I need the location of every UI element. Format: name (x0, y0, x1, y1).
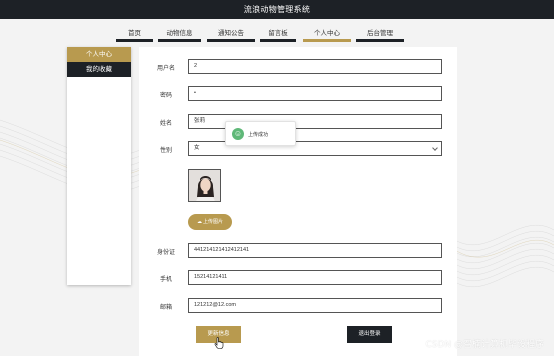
hand-cursor-icon (214, 337, 224, 349)
nav-tab-animals[interactable]: 动物信息 (158, 26, 201, 42)
password-field[interactable]: • (188, 86, 442, 101)
smile-icon: ☺ (232, 128, 244, 140)
nav-tab-label: 首页 (128, 30, 141, 37)
phone-label: 手机 (159, 277, 172, 283)
watermark-text: CSDN @召楠计算机毕设程序 (425, 340, 544, 350)
site-title: 流浪动物管理系统 (243, 5, 311, 14)
id-card-label: 身份证 (156, 250, 175, 256)
nav-tab-label: 通知公告 (218, 30, 244, 37)
gender-select-value: 女 (194, 145, 200, 151)
nav-tab-label: 留言板 (268, 30, 288, 37)
upload-success-toast: ☺ 上传成功 (225, 121, 296, 146)
nav-tab-underline (158, 39, 201, 42)
phone-field[interactable]: 15214121411 (188, 270, 442, 285)
sidebar-item-favorites[interactable]: 我的收藏 (67, 62, 131, 77)
nav-tab-label: 个人中心 (314, 30, 340, 37)
nav-tab-label: 后台管理 (367, 30, 393, 37)
cloud-upload-icon: ☁ (196, 219, 202, 225)
sidebar: 个人中心 我的收藏 (67, 47, 131, 285)
nav-tab-underline (303, 39, 351, 42)
username-field[interactable]: 2 (188, 59, 442, 74)
chevron-down-icon (432, 145, 438, 151)
nav-tab-notices[interactable]: 通知公告 (207, 26, 255, 42)
username-label: 用户名 (156, 66, 175, 72)
nav-tab-home[interactable]: 首页 (116, 26, 153, 42)
nav-tab-underline (356, 39, 404, 42)
sidebar-item-personal-center[interactable]: 个人中心 (67, 47, 131, 62)
id-card-field[interactable]: 441214121412412141 (188, 243, 442, 258)
portrait-icon (189, 170, 220, 201)
nav-tab-underline (260, 39, 296, 42)
top-header-bar: 流浪动物管理系统 (0, 0, 554, 19)
upload-button-label: 上传图片 (202, 219, 223, 225)
nav-tab-underline (207, 39, 255, 42)
name-label: 姓名 (159, 121, 172, 127)
upload-image-button[interactable]: ☁上传图片 (188, 214, 232, 230)
logout-button[interactable]: 退出登录 (347, 326, 392, 343)
nav-tab-messages[interactable]: 留言板 (260, 26, 296, 42)
email-field[interactable]: 121212@12.com (188, 298, 442, 313)
main-nav: 首页 动物信息 通知公告 留言板 个人中心 后台管理 (0, 26, 554, 42)
nav-tab-admin[interactable]: 后台管理 (356, 26, 404, 42)
toast-text: 上传成功 (248, 132, 269, 138)
nav-tab-label: 动物信息 (166, 30, 193, 37)
nav-tab-underline (116, 39, 153, 42)
email-label: 邮箱 (159, 305, 172, 311)
password-label: 密码 (159, 93, 172, 99)
gender-label: 性别 (159, 148, 172, 154)
avatar-image (188, 169, 221, 202)
nav-tab-personal-center[interactable]: 个人中心 (303, 26, 351, 42)
